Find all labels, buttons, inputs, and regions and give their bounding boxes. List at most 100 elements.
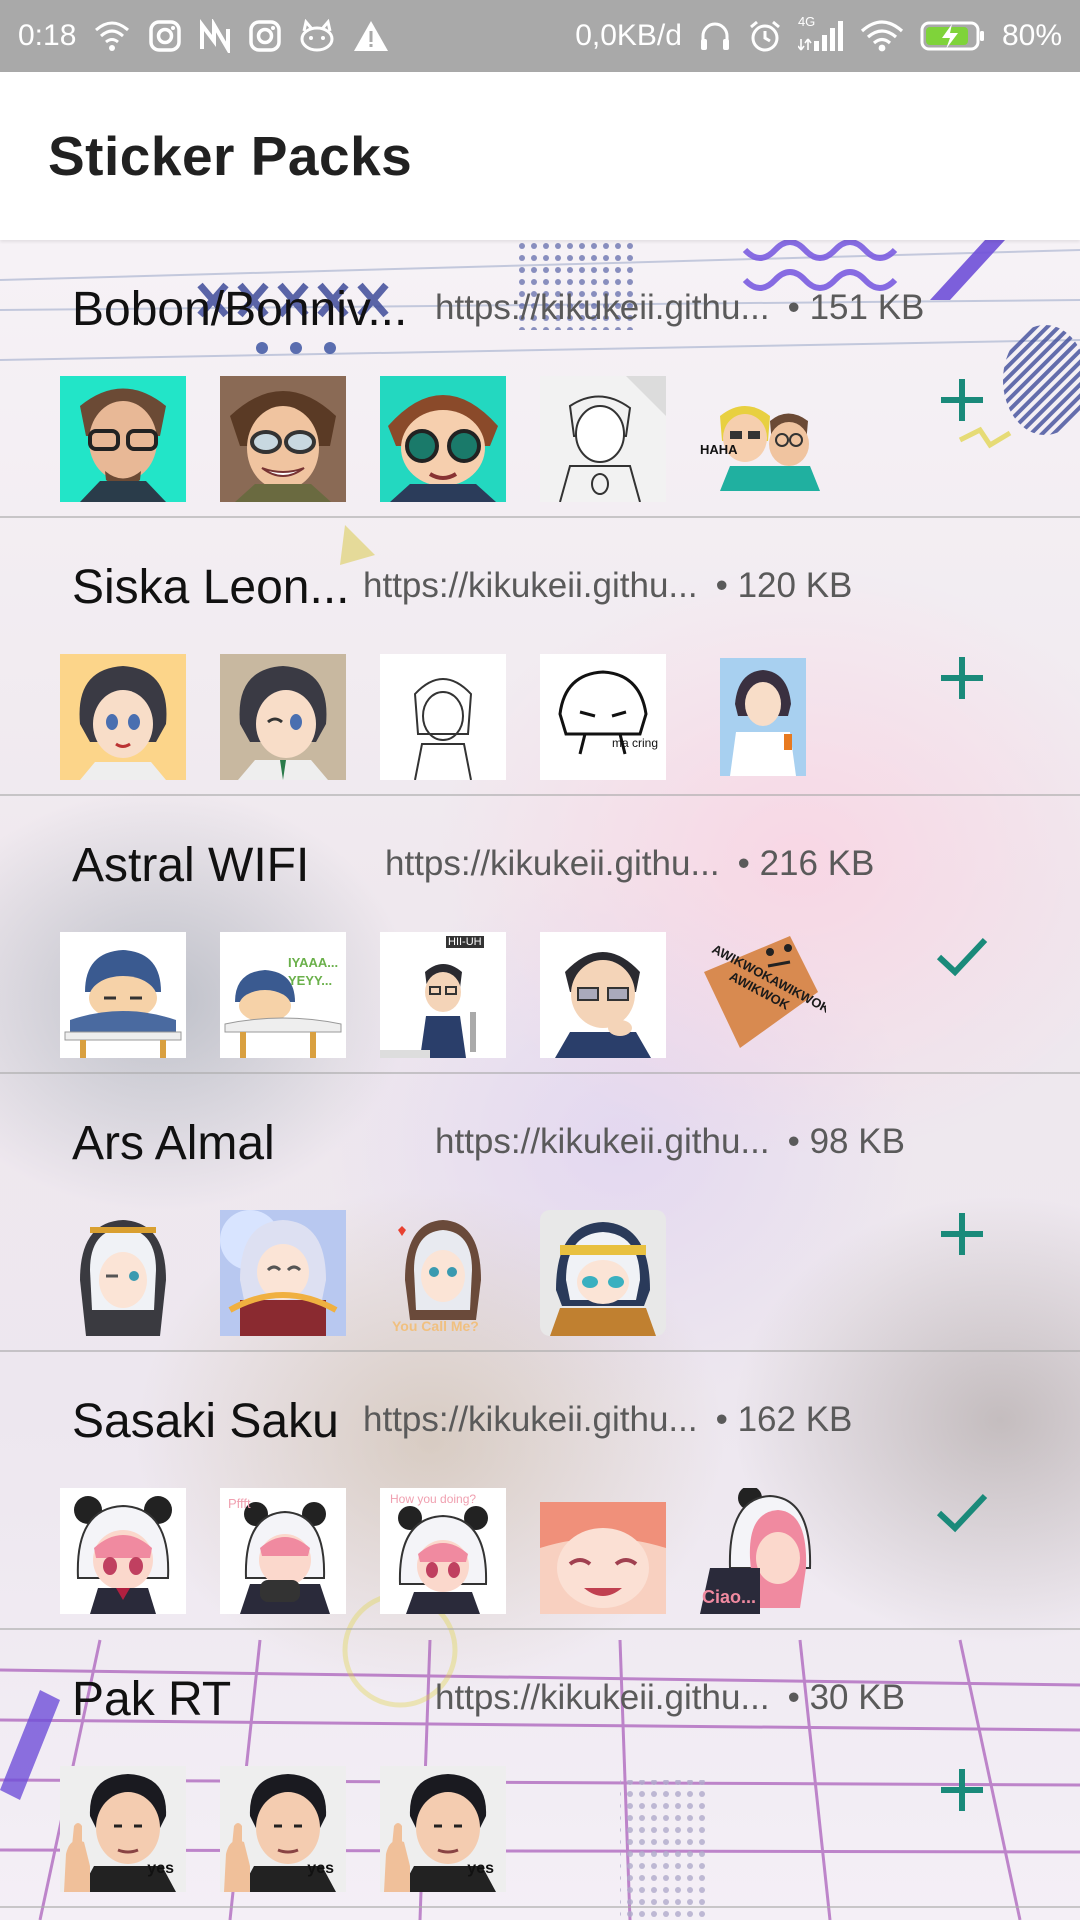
- sticker-pack-row[interactable]: Astral WIFI https://kikukeii.githu... • 2…: [0, 796, 1080, 1074]
- pack-url-text: https://kikukeii.githu...: [363, 1400, 698, 1439]
- sticker-thumbnail: HII-UH: [380, 932, 506, 1058]
- sticker-thumbnail: [220, 376, 346, 502]
- sticker-thumbnail: [540, 1210, 666, 1336]
- add-pack-button[interactable]: [930, 1758, 994, 1822]
- pack-size: • 151 KB: [787, 288, 925, 327]
- sticker-thumbnails: Pffft How you doing? Ciao...: [60, 1488, 826, 1614]
- pack-url-text: https://kikukeii.githu...: [385, 844, 720, 883]
- status-right: 0,0KB/d 4G 80%: [575, 14, 1062, 56]
- wifi-calling-icon: [92, 16, 132, 56]
- pack-size: • 30 KB: [787, 1678, 905, 1717]
- add-icon: [941, 379, 983, 421]
- sticker-thumbnails: You Call Me?: [60, 1210, 666, 1336]
- sticker-thumbnail: AWIKWOKAWIKWOK AWIKWOK: [700, 932, 826, 1058]
- pack-url: https://kikukeii.githu... • 216 KB: [385, 844, 874, 884]
- pack-size: • 98 KB: [787, 1122, 905, 1161]
- add-pack-button[interactable]: [930, 1202, 994, 1266]
- sticker-caption: IYAAA... YEYY...: [288, 955, 339, 988]
- sticker-thumbnail: You Call Me?: [380, 1210, 506, 1336]
- sticker-thumbnails: IYAAA... YEYY... HII-UH AWIKWOKAWIKWOK A…: [60, 932, 826, 1058]
- pack-url: https://kikukeii.githu... • 98 KB: [435, 1122, 905, 1162]
- pack-name: Siska Leon...: [72, 561, 350, 614]
- pack-added-indicator[interactable]: [930, 924, 994, 988]
- pack-url: https://kikukeii.githu... • 162 KB: [363, 1400, 852, 1440]
- pack-url: https://kikukeii.githu... • 30 KB: [435, 1678, 905, 1718]
- pack-name: Pak RT: [72, 1673, 232, 1726]
- signal-icon: 4G: [797, 14, 844, 56]
- sticker-thumbnail: [220, 1210, 346, 1336]
- sticker-caption: yes: [467, 1860, 494, 1877]
- sticker-thumbnail: Ciao...: [700, 1488, 826, 1614]
- app-bar: Sticker Packs: [0, 72, 1080, 240]
- sticker-thumbnail: [540, 376, 666, 502]
- sticker-thumbnail: [380, 654, 506, 780]
- sticker-thumbnail: [60, 1488, 186, 1614]
- pack-size: • 162 KB: [715, 1400, 853, 1439]
- sticker-thumbnail: [60, 932, 186, 1058]
- sticker-pack-row[interactable]: Bobon/Bonniv... https://kikukeii.githu..…: [0, 240, 1080, 518]
- screen: 0:18 0,0KB/d 4G 80% Sticker Packs Bobon/…: [0, 0, 1080, 1920]
- check-icon: [936, 1493, 988, 1533]
- pack-url-text: https://kikukeii.githu...: [435, 288, 770, 327]
- status-bar: 0:18 0,0KB/d 4G 80%: [0, 0, 1080, 72]
- sticker-caption: How you doing?: [390, 1492, 477, 1506]
- sticker-thumbnail: [540, 1488, 666, 1614]
- sticker-caption: ma cring: [612, 736, 659, 750]
- sticker-thumbnail: HAHA: [700, 376, 826, 502]
- n-app-icon: [198, 16, 232, 56]
- wifi-icon: [860, 16, 904, 56]
- check-icon: [936, 937, 988, 977]
- sticker-thumbnail: [700, 654, 826, 780]
- sticker-caption: Ciao...: [702, 1587, 757, 1607]
- pack-url-text: https://kikukeii.githu...: [435, 1122, 770, 1161]
- sticker-thumbnail: How you doing?: [380, 1488, 506, 1614]
- sticker-caption: HAHA: [700, 442, 738, 457]
- sticker-thumbnail: ma cring: [540, 654, 666, 780]
- cat-app-icon: [298, 16, 336, 56]
- pack-name: Ars Almal: [72, 1117, 275, 1170]
- sticker-pack-list[interactable]: Bobon/Bonniv... https://kikukeii.githu..…: [0, 240, 1080, 1920]
- alarm-icon: [748, 16, 782, 56]
- sticker-thumbnail: [60, 376, 186, 502]
- sticker-thumbnail: [540, 932, 666, 1058]
- sticker-thumbnail: [60, 654, 186, 780]
- instagram-icon: [148, 16, 182, 56]
- pack-url: https://kikukeii.githu... • 120 KB: [363, 566, 852, 606]
- sticker-pack-row[interactable]: Ars Almal https://kikukeii.githu... • 98 …: [0, 1074, 1080, 1352]
- pack-name: Bobon/Bonniv...: [72, 283, 408, 336]
- sticker-pack-row[interactable]: Sasaki Saku https://kikukeii.githu... • 1…: [0, 1352, 1080, 1630]
- sticker-caption: yes: [147, 1860, 174, 1877]
- sticker-pack-row[interactable]: Pak RT https://kikukeii.githu... • 30 KB …: [0, 1630, 1080, 1908]
- sticker-caption: You Call Me?: [392, 1318, 479, 1334]
- sticker-pack-row[interactable]: Siska Leon... https://kikukeii.githu... •…: [0, 518, 1080, 796]
- net-speed: 0,0KB/d: [575, 19, 682, 52]
- add-icon: [941, 657, 983, 699]
- sticker-thumbnails: HAHA: [60, 376, 826, 502]
- headphones-icon: [698, 16, 732, 56]
- status-left: 0:18: [18, 16, 390, 56]
- add-pack-button[interactable]: [930, 368, 994, 432]
- sticker-thumbnail: Pffft: [220, 1488, 346, 1614]
- sticker-thumbnail: yes: [380, 1766, 506, 1892]
- add-icon: [941, 1213, 983, 1255]
- sticker-thumbnails: yes yes yes: [60, 1766, 506, 1892]
- pack-url: https://kikukeii.githu... • 151 KB: [435, 288, 924, 328]
- sticker-thumbnail: [220, 654, 346, 780]
- pack-url-text: https://kikukeii.githu...: [363, 566, 698, 605]
- sticker-thumbnail: yes: [60, 1766, 186, 1892]
- battery-level: 80%: [1001, 19, 1062, 52]
- pack-size: • 120 KB: [715, 566, 853, 605]
- page-title: Sticker Packs: [48, 125, 413, 187]
- add-icon: [941, 1769, 983, 1811]
- pack-name: Sasaki Saku: [72, 1395, 339, 1448]
- sticker-thumbnail: IYAAA... YEYY...: [220, 932, 346, 1058]
- battery-charging-icon: [920, 16, 986, 56]
- network-type: 4G: [797, 14, 816, 29]
- sticker-thumbnail: yes: [220, 1766, 346, 1892]
- pack-size: • 216 KB: [737, 844, 875, 883]
- sticker-thumbnail: [380, 376, 506, 502]
- warning-icon: [352, 16, 390, 56]
- add-pack-button[interactable]: [930, 646, 994, 710]
- sticker-caption: yes: [307, 1860, 334, 1877]
- pack-added-indicator[interactable]: [930, 1480, 994, 1544]
